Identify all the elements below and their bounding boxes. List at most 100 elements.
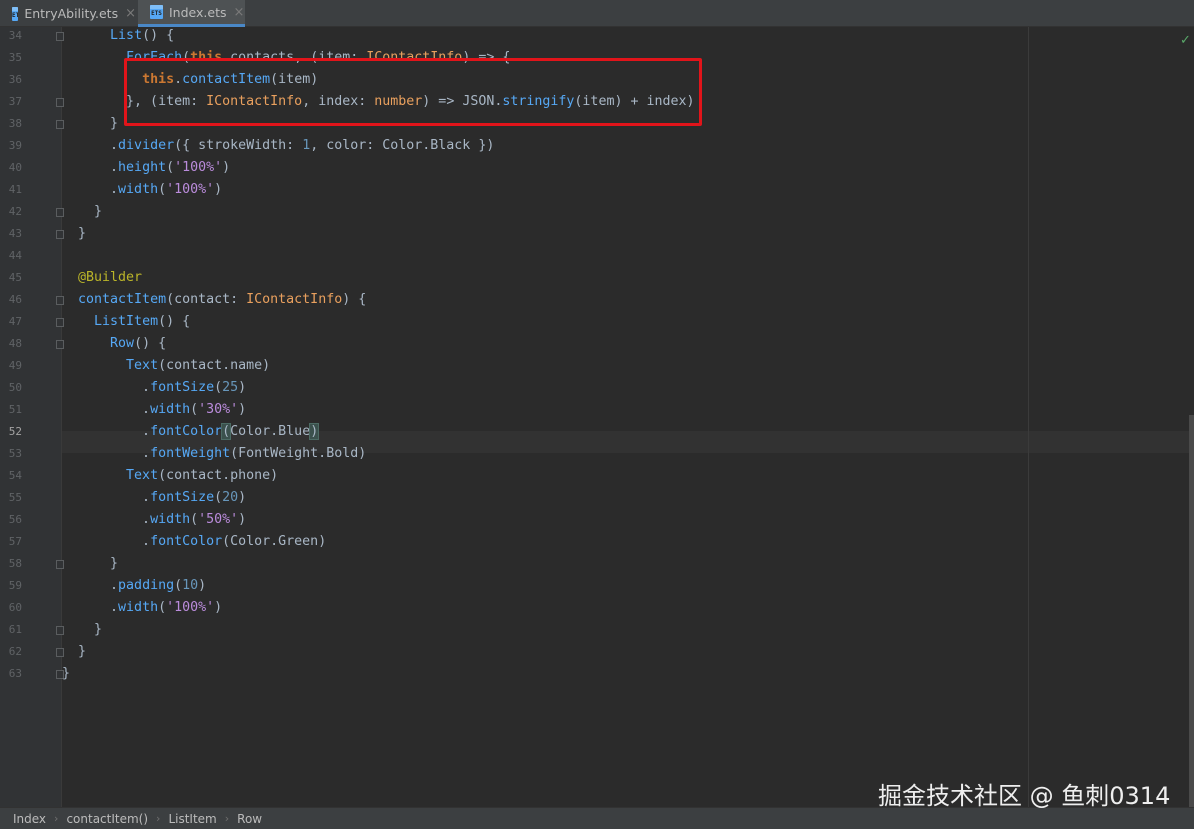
code-token: . — [62, 160, 119, 175]
code-token: () { — [158, 314, 191, 329]
code-token: '30%' — [198, 402, 239, 417]
code-line: .fontWeight(FontWeight.Bold) — [62, 443, 366, 465]
code-token: (contact: — [166, 292, 247, 307]
inspection-ok-check-icon[interactable]: ✓ — [1180, 33, 1191, 48]
code-token: (contact.phone) — [158, 468, 279, 483]
tab-entryability[interactable]: ETS EntryAbility.ets × — [0, 0, 136, 27]
breadcrumb-item-listitem[interactable]: ListItem — [168, 812, 216, 826]
code-line: contactItem(contact: IContactInfo) { — [62, 289, 366, 311]
code-token: ) — [238, 490, 247, 505]
line-number: 47 — [8, 315, 22, 328]
code-token: } — [62, 622, 103, 637]
line-number: 52 — [8, 425, 22, 438]
code-token: 10 — [182, 578, 199, 593]
line-number: 50 — [8, 381, 22, 394]
line-number: 36 — [8, 73, 22, 86]
code-token: 20 — [222, 490, 239, 505]
breadcrumb-separator: › — [54, 812, 59, 825]
tab-label: Index.ets — [169, 4, 227, 20]
line-number: 45 — [8, 271, 22, 284]
code-line: } — [62, 641, 86, 663]
code-token: (FontWeight.Bold) — [230, 446, 367, 461]
code-token: } — [62, 204, 103, 219]
line-number: 39 — [8, 139, 22, 152]
tab-label: EntryAbility.ets — [24, 6, 119, 21]
code-token: ) — [198, 578, 207, 593]
breadcrumb-item-index[interactable]: Index — [13, 812, 46, 826]
line-number: 57 — [8, 535, 22, 548]
code-token: '50%' — [198, 512, 239, 527]
code-token: ) — [222, 160, 231, 175]
vertical-scrollbar[interactable] — [1189, 415, 1194, 807]
tab-index[interactable]: ETS Index.ets × — [138, 0, 245, 27]
breadcrumb-separator: › — [156, 812, 161, 825]
code-line: @Builder — [62, 267, 142, 289]
code-token: . — [62, 380, 151, 395]
code-token: ( — [166, 160, 175, 175]
code-token: () { — [142, 28, 175, 43]
code-line: .fontSize(20) — [62, 487, 246, 509]
red-highlight-box — [124, 58, 702, 126]
line-number: 37 — [8, 95, 22, 108]
code-token: ListItem — [94, 314, 159, 329]
line-number: 61 — [8, 623, 22, 636]
line-number: 55 — [8, 491, 22, 504]
code-token: } — [62, 556, 119, 571]
code-token: padding — [118, 578, 175, 593]
breadcrumb-item-contactitem[interactable]: contactItem() — [66, 812, 148, 826]
code-token: . — [62, 402, 151, 417]
code-line: } — [62, 113, 118, 135]
code-line: .width('50%') — [62, 509, 246, 531]
code-token: } — [62, 666, 71, 681]
code-token: contactItem — [78, 292, 167, 307]
code-token: fontSize — [150, 490, 215, 505]
close-icon[interactable]: × — [234, 5, 245, 20]
code-token: Color.Blue — [230, 424, 311, 439]
close-icon[interactable]: × — [125, 6, 136, 21]
code-token: width — [150, 512, 191, 527]
code-line: } — [62, 553, 118, 575]
line-number: 59 — [8, 579, 22, 592]
line-number: 62 — [8, 645, 22, 658]
code-token: '100%' — [166, 600, 215, 615]
code-token: Text — [126, 468, 159, 483]
code-token: IContactInfo — [246, 292, 343, 307]
code-token: ) — [238, 402, 247, 417]
code-token: ( — [174, 578, 183, 593]
line-number: 41 — [8, 183, 22, 196]
line-number: 34 — [8, 29, 22, 42]
code-line: List() { — [62, 25, 174, 47]
code-token: . — [62, 490, 151, 505]
code-line: Row() { — [62, 333, 166, 355]
code-line: Text(contact.name) — [62, 355, 270, 377]
breadcrumb-item-row[interactable]: Row — [237, 812, 262, 826]
watermark: 掘金技术社区 @ 鱼刺0314 — [878, 782, 1171, 810]
right-margin-guide — [1028, 27, 1029, 807]
code-token: ( — [158, 182, 167, 197]
code-line: .width('100%') — [62, 179, 222, 201]
code-line: ListItem() { — [62, 311, 190, 333]
code-token: ) — [238, 380, 247, 395]
code-editor[interactable]: List() { ForEach(this.contacts, (item: I… — [62, 27, 1194, 807]
line-number: 43 — [8, 227, 22, 240]
line-number-gutter[interactable]: 34 35 36 37 38 39 40 41 42 43 44 45 46 47 48 49 50 51 52 53… — [0, 27, 64, 807]
code-token: ( — [190, 402, 199, 417]
code-line: .width('30%') — [62, 399, 246, 421]
code-line: .height('100%') — [62, 157, 230, 179]
code-token: . — [62, 600, 119, 615]
line-number: 44 — [8, 249, 22, 262]
code-token: 25 — [222, 380, 239, 395]
code-token: Row — [110, 336, 135, 351]
code-line: } — [62, 663, 70, 685]
code-token: @Builder — [78, 270, 143, 285]
editor-tab-bar: ETS EntryAbility.ets × ETS Index.ets × — [0, 0, 1194, 27]
code-token: List — [110, 28, 143, 43]
code-token: ( — [190, 512, 199, 527]
code-token: . — [62, 182, 119, 197]
code-token: fontColor — [150, 424, 223, 439]
code-token: ) — [214, 182, 223, 197]
